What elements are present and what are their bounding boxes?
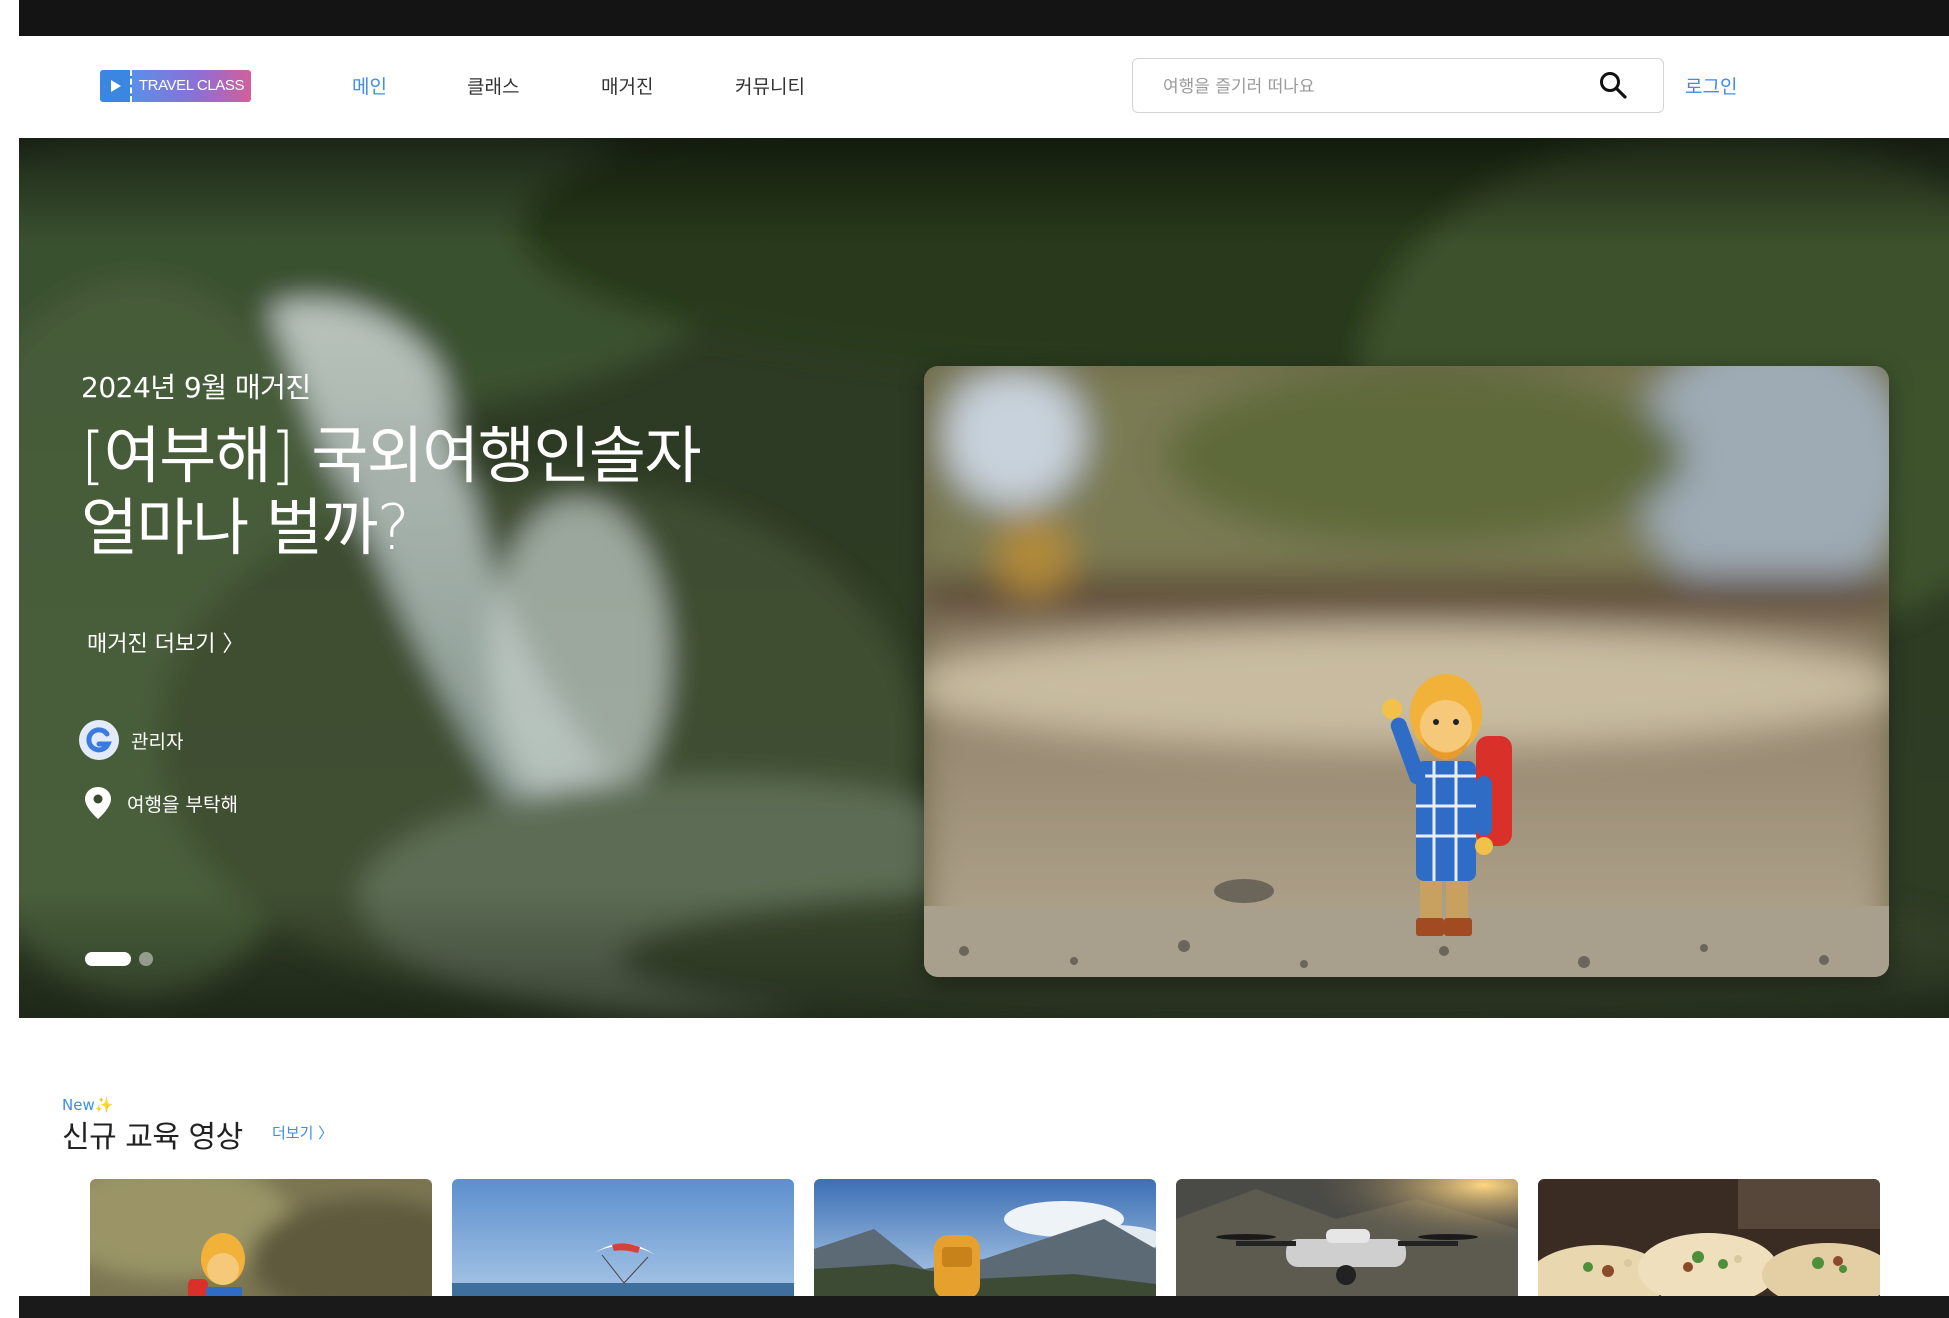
avatar <box>79 720 119 760</box>
toy-traveler-thumbnail <box>90 1179 432 1299</box>
drone-thumbnail <box>1176 1179 1518 1299</box>
bottom-frame-bar <box>0 1296 1949 1318</box>
location-pin-icon <box>85 787 111 819</box>
search-box <box>1132 58 1664 114</box>
nav-item-class[interactable]: 클래스 <box>467 72 519 99</box>
video-card-backpacker[interactable] <box>814 1179 1156 1299</box>
backpacker-mountain-thumbnail <box>814 1179 1156 1299</box>
nav-item-main[interactable]: 메인 <box>352 72 387 99</box>
paraglider-thumbnail <box>452 1179 794 1299</box>
video-card-tacos[interactable] <box>1538 1179 1880 1299</box>
search-icon[interactable] <box>1598 70 1628 100</box>
hero-title: [여부해] 국외여행인솔자 얼마나 벌까? <box>81 420 721 564</box>
hero-title-line-2: 얼마나 벌까? <box>81 491 410 564</box>
logo-text: TRAVEL CLASS <box>132 70 251 102</box>
nav-item-community[interactable]: 커뮤니티 <box>735 72 805 99</box>
nav-item-magazine[interactable]: 매거진 <box>601 72 653 99</box>
login-link[interactable]: 로그인 <box>1685 72 1737 99</box>
hero-title-line-1: [여부해] 국외여행인솔자 <box>81 419 702 492</box>
play-icon <box>100 70 132 102</box>
hero-banner: 2024년 9월 매거진 [여부해] 국외여행인솔자 얼마나 벌까? 매거진 더… <box>19 138 1949 1018</box>
admin-avatar-icon <box>80 721 118 759</box>
author-name: 관리자 <box>131 730 184 753</box>
video-card-paraglider[interactable] <box>452 1179 794 1299</box>
tacos-thumbnail <box>1538 1179 1880 1299</box>
carousel-indicator <box>85 952 161 966</box>
travel-class-logo[interactable]: TRAVEL CLASS <box>100 70 251 102</box>
location-text: 여행을 부탁해 <box>127 793 238 816</box>
search-input[interactable] <box>1161 59 1585 114</box>
video-card-drone[interactable] <box>1176 1179 1518 1299</box>
carousel-dot-2[interactable] <box>139 952 153 966</box>
left-page-margin <box>0 0 19 1318</box>
hero-feature-image[interactable] <box>924 366 1889 977</box>
section-title: 신규 교육 영상 <box>62 1120 243 1155</box>
hero-issue-label: 2024년 9월 매거진 <box>81 371 311 404</box>
top-frame-bar <box>0 0 1949 36</box>
site-header: TRAVEL CLASS 메인 클래스 매거진 커뮤니티 로그인 <box>19 36 1949 138</box>
hero-location: 여행을 부탁해 <box>83 786 238 820</box>
hero-author: 관리자 <box>79 720 183 760</box>
video-card-toy-traveler[interactable] <box>90 1179 432 1299</box>
carousel-dot-1[interactable] <box>85 952 131 966</box>
magazine-more-link[interactable]: 매거진 더보기 〉 <box>87 626 244 658</box>
section-more-link[interactable]: 더보기 〉 <box>272 1122 333 1143</box>
toy-traveler-photo <box>924 366 1889 977</box>
